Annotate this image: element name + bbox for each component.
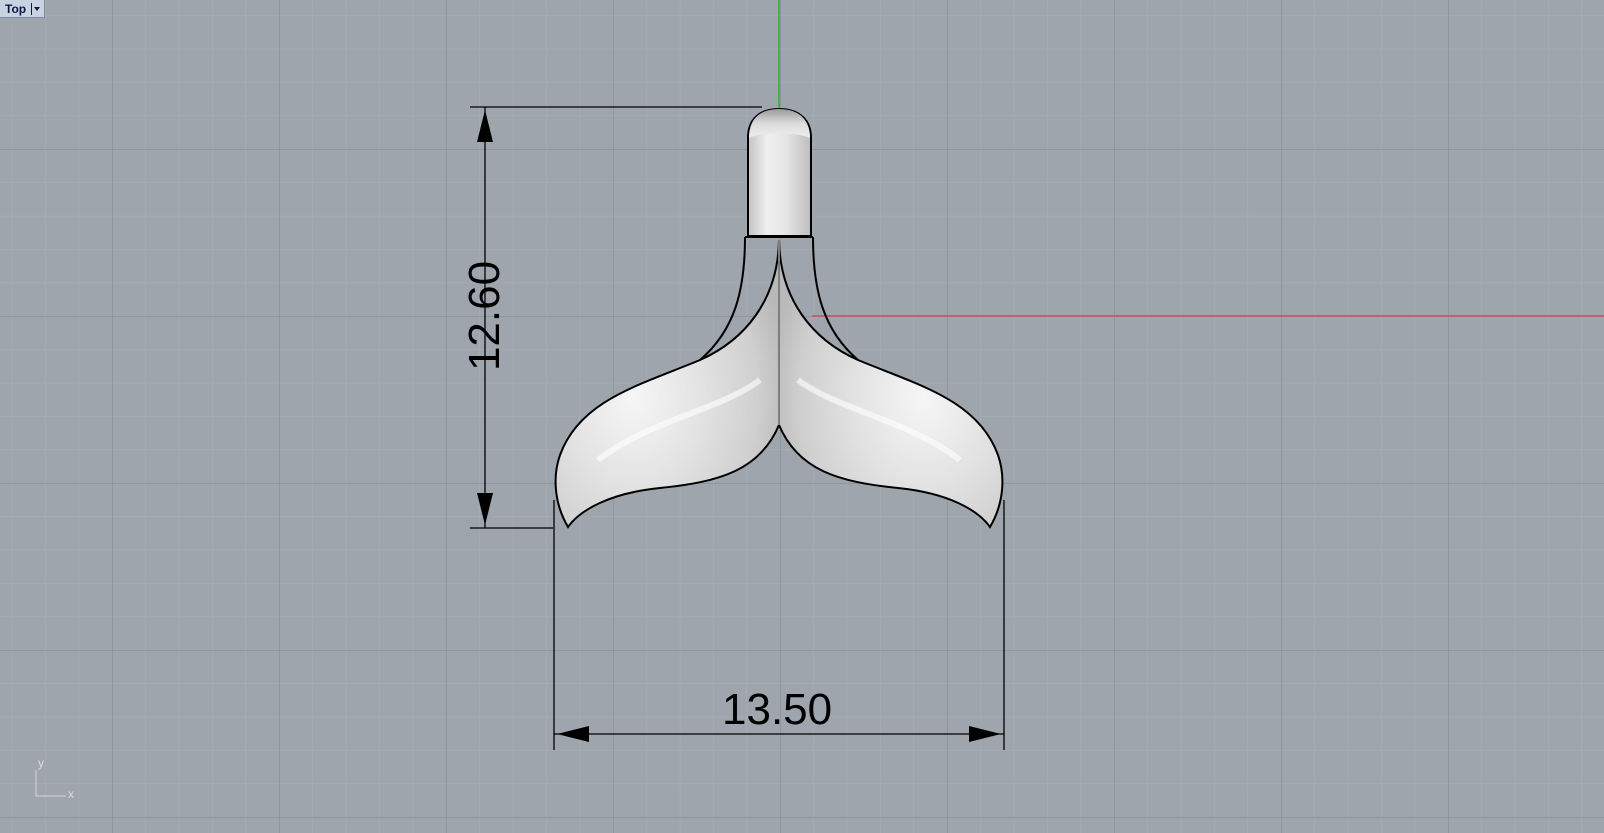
chevron-down-icon[interactable] bbox=[34, 6, 41, 11]
axis-y-label: y bbox=[38, 756, 44, 770]
tab-separator bbox=[31, 2, 33, 15]
viewport-top[interactable]: Top 13.50 12.60 y x bbox=[0, 0, 1604, 833]
viewport-title[interactable]: Top bbox=[5, 2, 26, 16]
axis-x-label: x bbox=[68, 787, 74, 801]
dimension-vertical-value[interactable]: 12.60 bbox=[460, 261, 509, 371]
dimension-horizontal-value[interactable]: 13.50 bbox=[722, 688, 832, 732]
viewport-title-tab[interactable]: Top bbox=[0, 0, 46, 18]
